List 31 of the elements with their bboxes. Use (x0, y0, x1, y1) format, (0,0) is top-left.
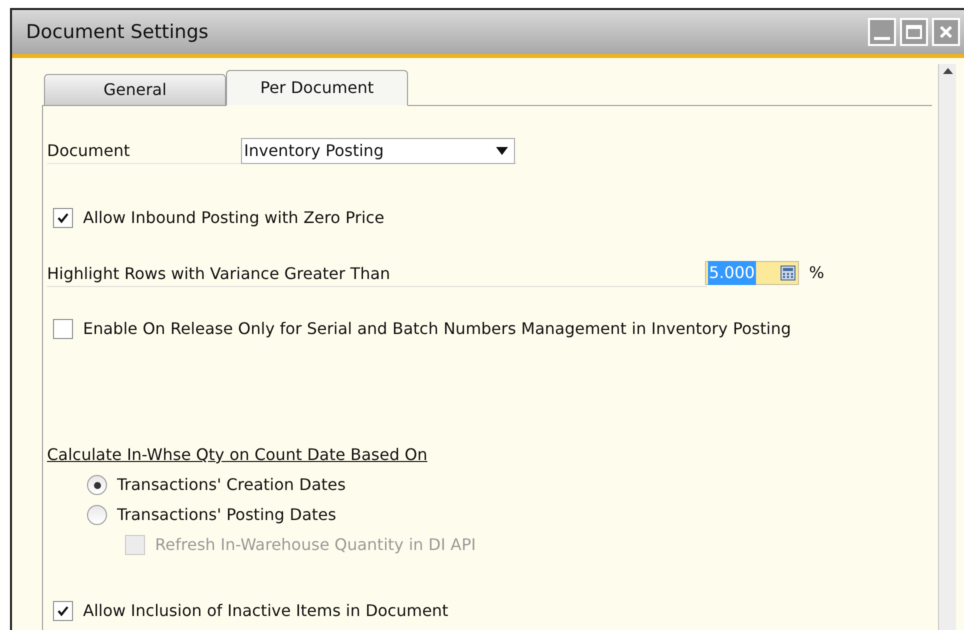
dropdown-value: Inventory Posting (244, 140, 385, 162)
checkbox-label: Allow Inbound Posting with Zero Price (83, 207, 384, 229)
field-label: Document (47, 140, 131, 162)
field-value: 5.000 (708, 261, 756, 285)
scroll-up-icon[interactable] (942, 68, 952, 74)
document-dropdown[interactable]: Inventory Posting (241, 138, 515, 164)
maximize-button[interactable] (900, 18, 928, 46)
minimize-button[interactable] (868, 18, 896, 46)
close-button[interactable] (932, 18, 960, 46)
tab[interactable]: General (44, 74, 226, 106)
checkbox[interactable] (53, 319, 73, 339)
checkbox[interactable] (53, 208, 73, 228)
tab[interactable]: Per Document (226, 70, 408, 106)
checkmark-icon (57, 212, 69, 224)
checkmark-icon (57, 605, 69, 617)
section-heading: Calculate In-Whse Qty on Count Date Based On (47, 445, 428, 464)
radio-label: Transactions' Creation Dates (117, 474, 346, 496)
radio-button[interactable] (87, 505, 107, 525)
scrollbar[interactable] (938, 64, 956, 630)
calculator-icon[interactable] (780, 265, 796, 281)
checkbox-label: Refresh In-Warehouse Quantity in DI API (155, 534, 476, 556)
close-icon (939, 25, 953, 39)
window-title: Document Settings (26, 20, 210, 45)
radio-button[interactable] (87, 475, 107, 495)
radio-label: Transactions' Posting Dates (117, 504, 336, 526)
dropdown-arrow-icon (496, 146, 508, 154)
field-label: Highlight Rows with Variance Greater Than (47, 262, 390, 284)
unit-label: % (809, 262, 824, 284)
checkbox-label: Enable On Release Only for Serial and Batch Numbers Management in Inventory Posting (83, 318, 792, 340)
checkbox[interactable] (53, 601, 73, 621)
checkbox-label: Allow Inclusion of Inactive Items in Document (83, 600, 448, 622)
